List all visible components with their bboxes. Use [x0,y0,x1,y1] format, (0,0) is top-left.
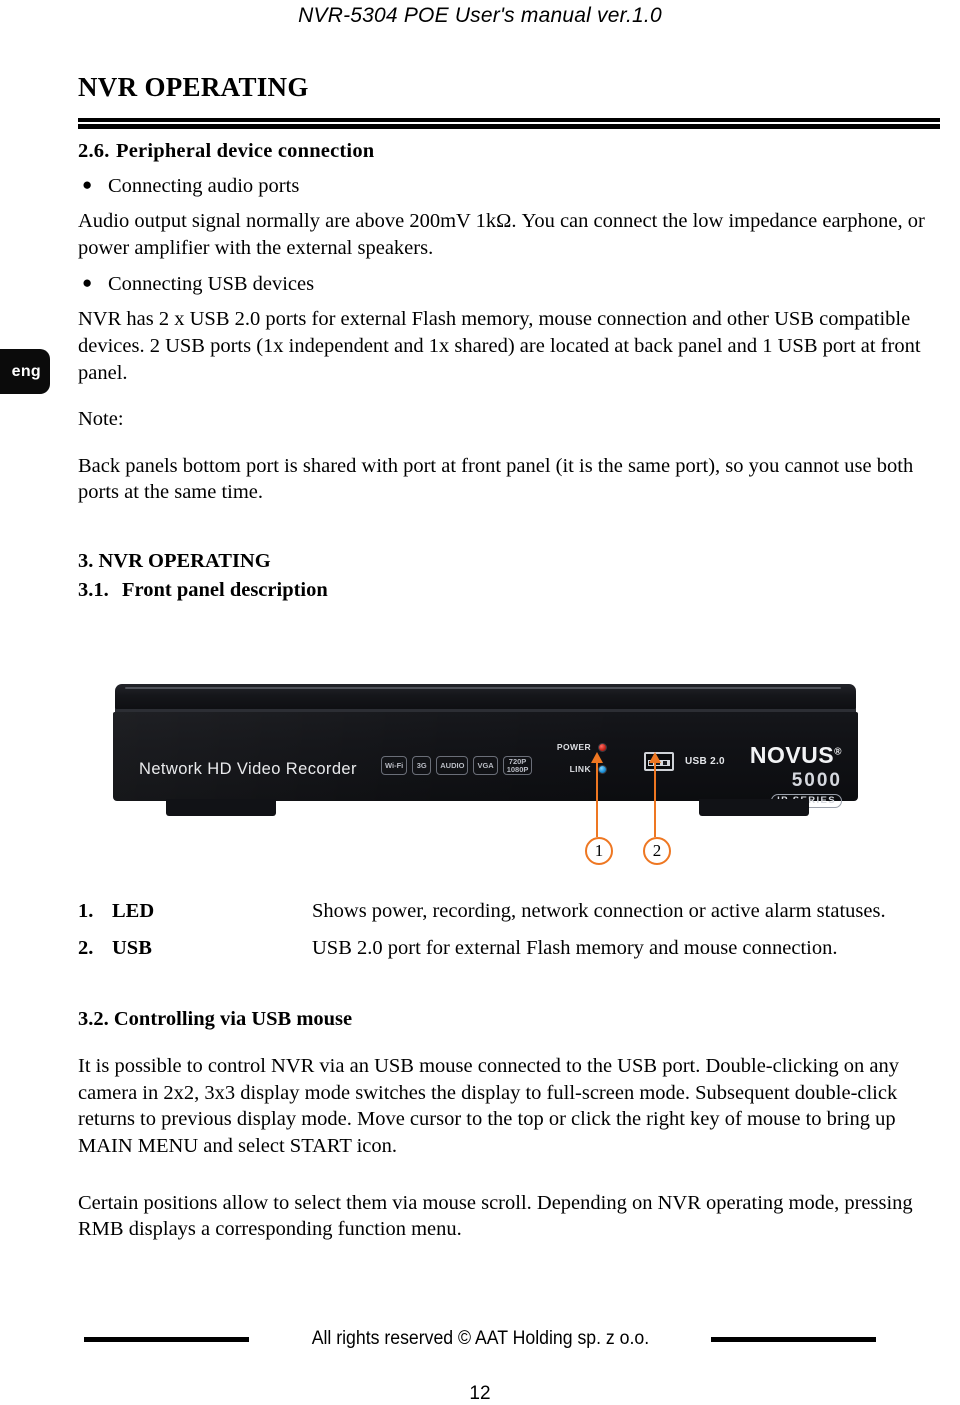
front-panel-legend: 1. LED Shows power, recording, network c… [78,900,944,974]
registered-trademark-icon: ® [834,746,842,758]
note-text: Back panels bottom port is shared with p… [78,454,914,504]
bullet-connecting-usb-devices-label: Connecting USB devices [108,273,315,296]
novus-logo-text: NOVUS [749,742,835,768]
bullet-dot-icon: ● [82,273,93,293]
heading-2-6-number: 2.6. [78,140,110,162]
page-footer: All rights reserved © AAT Holding sp. z … [0,1328,960,1405]
footer-copyright: All rights reserved © AAT Holding sp. z … [311,1328,649,1349]
language-tab-label: eng [11,362,41,380]
paragraph-usb-mouse-control: It is possible to control NVR via an USB… [78,1055,900,1157]
led-link-row: LINK [553,764,607,774]
divider-line-bottom [78,124,940,129]
power-led-indicator-icon [598,742,607,752]
badge-resolution-line2: 1080P [506,764,529,774]
footer-rule-right [711,1336,876,1342]
bullet-connecting-audio-ports-label: Connecting audio ports [108,175,300,197]
footer-rule-left [84,1336,249,1342]
device-model-text: Network HD Video Recorder [139,760,357,778]
chapter-divider [78,118,940,129]
led-power-label: POWER [556,742,591,752]
nvr-device-image: Network HD Video Recorder Wi-Fi 3G AUDIO… [113,684,858,816]
callout-2-number: 2 [652,841,662,860]
page-running-header: NVR-5304 POE User's manual ver.1.0 [298,4,662,27]
legend-row-led-number: 1. [78,900,94,922]
novus-logo: NOVUS® [750,744,842,767]
legend-row-usb-name: USB [112,937,152,959]
link-led-indicator-icon [598,764,607,774]
note-label: Note: [78,408,124,431]
legend-row-led-description: Shows power, recording, network connecti… [312,900,886,922]
heading-3-1-title: Front panel description [122,579,328,602]
heading-3-1: 3.1. Front panel description [78,579,944,602]
callout-1-number: 1 [594,841,604,860]
heading-3: 3. NVR OPERATING [78,550,271,573]
device-lid-highlight [125,687,841,689]
badge-resolution: 720P 1080P [502,756,533,775]
page-number: 12 [469,1383,491,1404]
language-tab-eng[interactable]: eng [0,349,50,394]
legend-row-usb-description: USB 2.0 port for external Flash memory a… [312,937,838,959]
led-power-row: POWER [553,742,607,752]
device-feature-badges: Wi-Fi 3G AUDIO VGA 720P 1080P [381,756,533,775]
badge-vga: VGA [473,756,498,775]
device-foot-right [699,799,809,816]
legend-row-led-name: LED [112,900,155,922]
bullet-connecting-usb-devices: ● Connecting USB devices [78,273,944,296]
callout-2-badge: 2 [643,837,671,865]
usb-port-caption: USB 2.0 [685,756,725,767]
paragraph-audio-output: Audio output signal normally are above 2… [78,210,925,259]
badge-audio: AUDIO [436,756,469,775]
device-top-lid [115,684,856,710]
legend-row-usb-number: 2. [78,937,94,959]
footer-line: All rights reserved © AAT Holding sp. z … [0,1328,960,1350]
badge-3g-label: 3G [416,760,427,770]
device-front-face: Network HD Video Recorder Wi-Fi 3G AUDIO… [113,712,858,808]
chapter-title: NVR OPERATING [78,72,309,102]
badge-3g: 3G [412,756,432,775]
bullet-dot-icon: ● [82,175,93,194]
callout-1-stem [596,762,598,837]
led-link-label: LINK [569,764,591,774]
paragraph-usb-ports: NVR has 2 x USB 2.0 ports for external F… [78,308,921,384]
bullet-connecting-audio-ports: ● Connecting audio ports [78,175,944,198]
legend-row-led: 1. LED Shows power, recording, network c… [78,900,944,923]
callout-2-stem [654,762,656,837]
badge-wifi-label: Wi-Fi [385,760,404,770]
heading-3-2: 3.2. Controlling via USB mouse [78,1008,353,1030]
paragraph-mouse-scroll: Certain positions allow to select them v… [78,1191,913,1241]
usb-tooth [663,761,667,765]
device-led-group: POWER LINK [553,742,607,786]
document-body-lower: 3.2. Controlling via USB mouse It is pos… [78,1008,944,1247]
badge-wifi: Wi-Fi [381,756,408,775]
heading-2-6-title: Peripheral device connection [116,140,375,162]
heading-3-1-number: 3.1. [78,579,109,602]
callout-1-badge: 1 [585,837,613,865]
legend-row-usb: 2. USB USB 2.0 port for external Flash m… [78,937,944,960]
device-foot-left [166,799,276,816]
badge-audio-label: AUDIO [440,760,465,770]
badge-vga-label: VGA [477,760,494,770]
document-body: 2.6. Peripheral device connection ● Conne… [78,140,944,606]
device-series-number: 5000 [791,770,842,791]
heading-2-6: 2.6. Peripheral device connection [78,140,944,163]
front-panel-figure: Network HD Video Recorder Wi-Fi 3G AUDIO… [0,672,960,902]
